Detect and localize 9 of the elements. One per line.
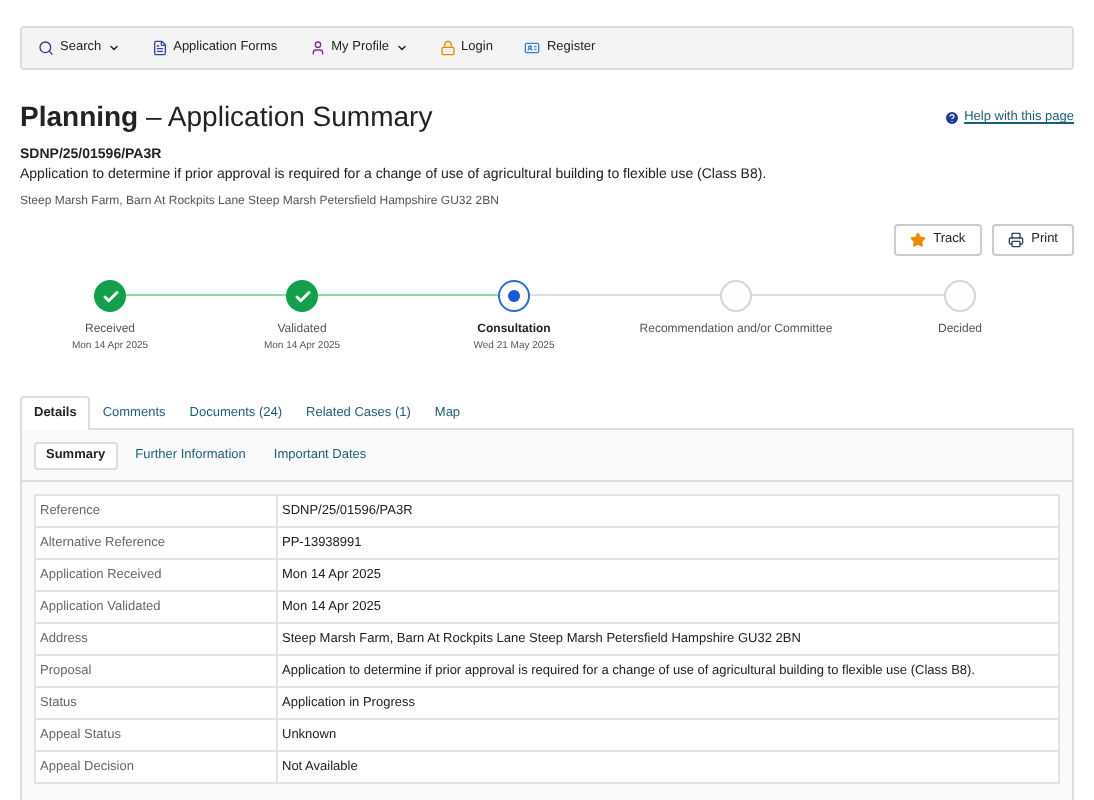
star-icon xyxy=(909,232,926,248)
page-title: Planning – Application Summary xyxy=(20,98,433,134)
id-card-icon xyxy=(524,40,541,56)
lock-icon xyxy=(439,40,456,56)
printer-icon xyxy=(1007,232,1024,248)
document-icon xyxy=(151,40,168,56)
help-icon xyxy=(944,109,961,126)
user-icon xyxy=(309,40,326,56)
search-icon xyxy=(38,40,54,56)
